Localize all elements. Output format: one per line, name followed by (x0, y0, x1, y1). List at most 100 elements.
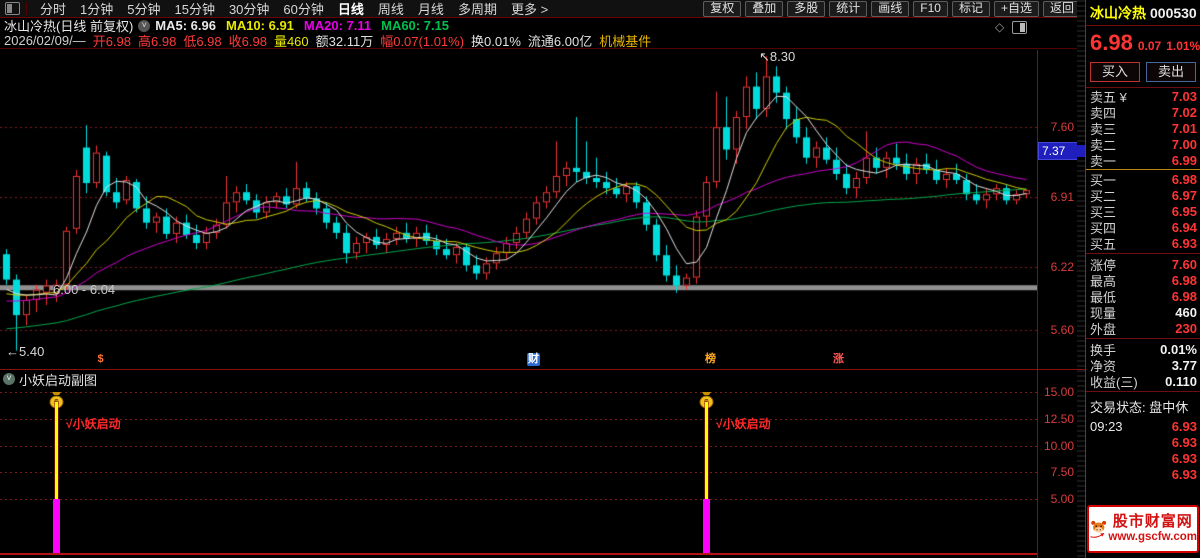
toolbar-button-+自选[interactable]: +自选 (993, 0, 1039, 17)
ask-row-5[interactable]: 卖一 6.99 (1086, 152, 1200, 169)
signal-bar (53, 499, 60, 553)
subchart-title: 小妖启动副图 (19, 372, 98, 388)
ohlc-token-1: 开6.98 (92, 34, 131, 49)
toolbar-divider (26, 2, 27, 15)
bid-levels: 买一 6.98 买二 6.97 买三 6.95 买四 6.94 买五 6.93 (1086, 171, 1200, 252)
price-tag: 7.37 (1038, 141, 1080, 160)
tdx-app-window: 分时 1分钟 5分钟 15分钟 30分钟 60分钟 日线 周线 月线 多周期 更多 > 复权 叠加 多股… (0, 0, 1200, 558)
strip-price-mark (1077, 144, 1085, 157)
last-price: 6.98 (1090, 30, 1133, 55)
period-tab-周线[interactable]: 周线 (371, 0, 411, 18)
period-tab-多周期[interactable]: 多周期 (451, 0, 504, 18)
quote-panel: 冰山冷热 000530 6.98 0.07 1.01% 买入 卖出 卖五 ¥7.… (1086, 0, 1200, 558)
stats-block-2: 换手 0.01% 净资 3.77 收益(三) 0.110 (1086, 341, 1200, 390)
axis-label-6.91: 6.91 (1050, 190, 1074, 205)
axis-label-5.60: 5.60 (1050, 323, 1074, 338)
ohlc-token-2: 高6.98 (138, 34, 177, 49)
subaxis-label-12.50: 12.50 (1043, 411, 1074, 426)
stat-value: 0.110 (1165, 373, 1197, 389)
subaxis-label-5.00: 5.00 (1050, 492, 1074, 506)
signal-label: √小妖启动 (66, 417, 121, 431)
subchart-header[interactable]: ˅ 小妖启动副图 (0, 371, 1037, 388)
price-change: 0.07 (1137, 39, 1162, 53)
trade-status: 交易状态: 盘中休 (1090, 400, 1189, 415)
subchart-axis: 15.00 12.50 10.00 7.50 5.00 (1038, 385, 1077, 558)
main-chart[interactable]: ←5.40 ↖8.30 6.00 - 6.04 $ 财 榜 涨 (0, 49, 1037, 370)
subaxis-label-15.00: 15.00 (1043, 385, 1074, 399)
event-marker-财[interactable]: 财 (527, 353, 540, 366)
ohlc-token-8: 换0.01% (471, 34, 521, 49)
diamond-icon[interactable]: ◇ (995, 20, 1004, 34)
period-tab-日线[interactable]: 日线 (331, 0, 371, 18)
toolbar-button-标记[interactable]: 标记 (951, 0, 990, 17)
period-tab-15分钟[interactable]: 15分钟 (167, 0, 221, 18)
subchart-gridline-10.00 (0, 446, 1037, 447)
toolbar-button-F10[interactable]: F10 (913, 0, 948, 17)
main-price-axis: 7.60 6.91 6.22 5.60 7.37 (1038, 50, 1080, 370)
subaxis-label-7.50: 7.50 (1050, 465, 1074, 480)
toolbar-button-统计[interactable]: 统计 (829, 0, 868, 17)
toolbar-buttons: 复权 叠加 多股 统计 画线 F10 标记 +自选 返回 (699, 0, 1081, 17)
stat-value: 6.98 (1171, 272, 1197, 288)
period-tab-30分钟[interactable]: 30分钟 (222, 0, 276, 18)
high-price-annotation: ↖8.30 (759, 49, 796, 65)
toolbar-button-复权[interactable]: 复权 (703, 0, 742, 17)
window-split-icon[interactable] (5, 2, 20, 15)
toolbar-button-多股[interactable]: 多股 (787, 0, 826, 17)
tick-price: 6.93 (1171, 466, 1197, 482)
chevron-down-icon[interactable]: ˅ (138, 19, 151, 32)
subchart-zero-line (0, 553, 1037, 555)
event-marker-榜[interactable]: 榜 (704, 353, 717, 366)
ask-price: 7.02 (1171, 104, 1197, 120)
stat-row-收益(三): 收益(三) 0.110 (1086, 373, 1200, 390)
buy-button[interactable]: 买入 (1090, 62, 1140, 82)
gscfw-ad-logo[interactable]: 股市财富网 www.gscfw.com (1087, 505, 1199, 553)
axis-label-6.22: 6.22 (1050, 260, 1074, 275)
ask-price: 6.99 (1171, 152, 1197, 168)
period-toolbar: 分时 1分钟 5分钟 15分钟 30分钟 60分钟 日线 周线 月线 多周期 更多 > 复权 叠加 多股… (0, 0, 1085, 18)
panel-toggle-icon[interactable] (1012, 20, 1028, 34)
subchart-gridline-15.00 (0, 392, 1037, 393)
period-tab-更多 >[interactable]: 更多 > (504, 0, 555, 18)
tick-price: 6.93 (1171, 418, 1197, 434)
signal-line (55, 401, 58, 499)
stat-value: 0.01% (1160, 341, 1197, 357)
tick-row-4: 6.93 (1086, 466, 1200, 482)
toolbar-button-画线[interactable]: 画线 (871, 0, 910, 17)
bull-icon (1090, 520, 1107, 538)
signal-bar (703, 499, 710, 553)
event-marker-涨[interactable]: 涨 (832, 353, 845, 366)
stat-value: 230 (1175, 320, 1197, 336)
toolbar-button-叠加[interactable]: 叠加 (745, 0, 784, 17)
stat-label: 收益(三) (1090, 374, 1138, 390)
subchart[interactable]: $√小妖启动$√小妖启动 (0, 388, 1037, 558)
axis-label-7.60: 7.60 (1050, 120, 1074, 135)
stat-value: 3.77 (1171, 357, 1197, 373)
tick-price: 6.93 (1171, 434, 1197, 450)
chart-bottom-border (0, 369, 1085, 370)
period-tab-月线[interactable]: 月线 (411, 0, 451, 18)
price-row: 6.98 0.07 1.01% (1086, 26, 1200, 58)
ohlc-token-10: 机械基件 (599, 34, 652, 49)
event-marker-$[interactable]: $ (94, 353, 107, 366)
toolbar-button-返回[interactable]: 返回 (1042, 0, 1081, 17)
tick-row-1: 09:23 6.93 (1086, 418, 1200, 434)
tick-row-3: 6.93 (1086, 450, 1200, 466)
subchart-gridline-5.00 (0, 499, 1037, 500)
bid-row-5[interactable]: 买五 6.93 (1086, 235, 1200, 252)
bid-price: 6.95 (1171, 203, 1197, 219)
ohlc-token-9: 流通6.00亿 (527, 34, 593, 49)
bid-price: 6.98 (1171, 171, 1197, 187)
bid-label: 买五 (1090, 236, 1117, 252)
tick-list: 09:23 6.93 6.93 6.93 6.93 (1086, 418, 1200, 482)
stat-value: 6.98 (1171, 288, 1197, 304)
price-change-pct: 1.01% (1166, 39, 1200, 53)
collapse-icon[interactable]: ˅ (3, 373, 15, 385)
candlestick-canvas[interactable] (0, 50, 1037, 370)
period-tab-60分钟[interactable]: 60分钟 (276, 0, 330, 18)
stats-block-1: 涨停 7.60 最高 6.98 最低 6.98 现量 460 外盘 230 (1086, 256, 1200, 337)
tick-row-2: 6.93 (1086, 434, 1200, 450)
subchart-gridline-7.50 (0, 472, 1037, 473)
sell-button[interactable]: 卖出 (1146, 62, 1196, 82)
tick-time: 09:23 (1090, 418, 1123, 434)
